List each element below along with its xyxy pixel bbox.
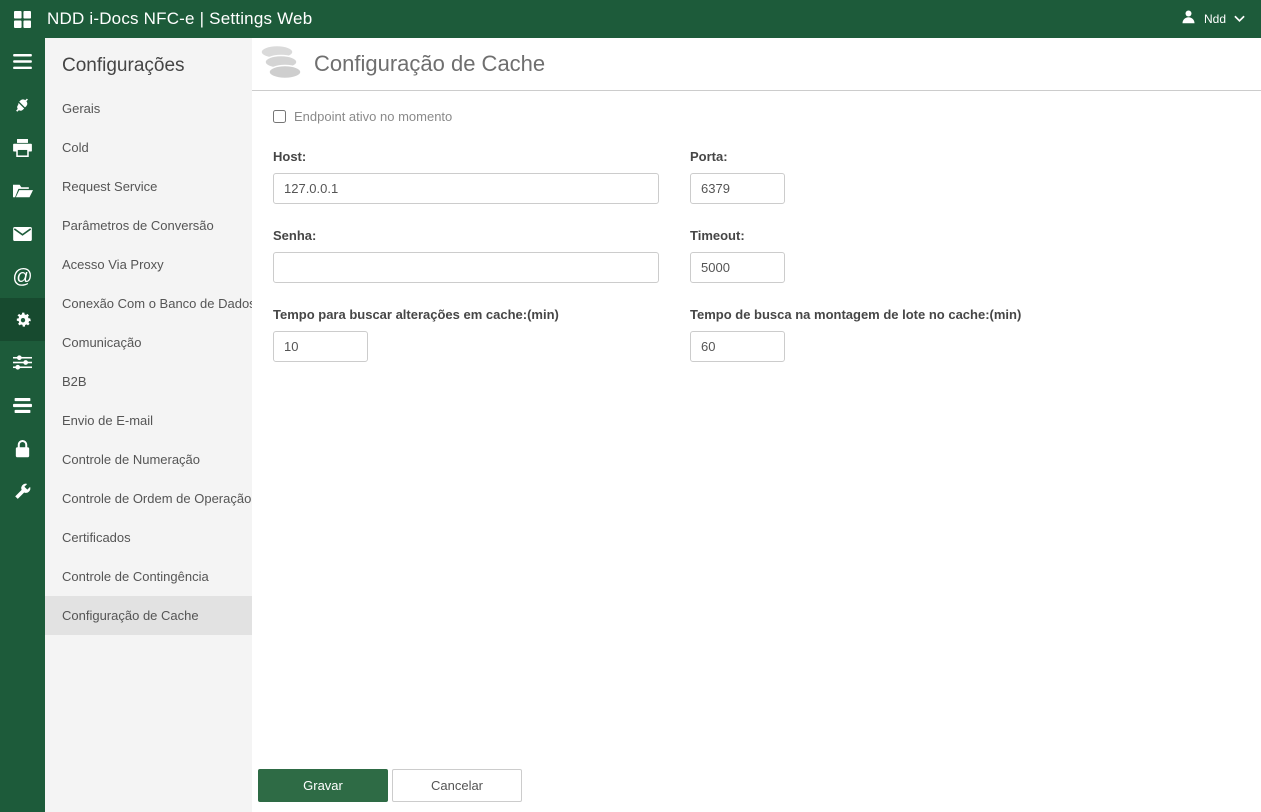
apps-grid-icon[interactable] xyxy=(14,10,31,28)
at-icon[interactable]: @ xyxy=(0,255,45,298)
tempo-buscar-label: Tempo para buscar alterações em cache:(m… xyxy=(273,307,559,322)
page-title: Configuração de Cache xyxy=(314,51,546,76)
sidebar-title: Configurações xyxy=(62,55,185,76)
sidebar-item-gerais[interactable]: Gerais xyxy=(45,89,252,128)
sidebar-item-acesso-proxy[interactable]: Acesso Via Proxy xyxy=(45,245,252,284)
sidebar-item-parametros-conversao[interactable]: Parâmetros de Conversão xyxy=(45,206,252,245)
timeout-field: Timeout: xyxy=(690,228,1261,283)
porta-label: Porta: xyxy=(690,149,728,164)
main-panel: Configuração de Cache Endpoint ativo no … xyxy=(252,38,1261,812)
form-actions: Gravar Cancelar xyxy=(252,769,1261,812)
topbar: NDD i-Docs NFC-e | Settings Web Ndd xyxy=(0,0,1261,38)
senha-field: Senha: xyxy=(273,228,659,283)
sidebar-item-certificados[interactable]: Certificados xyxy=(45,518,252,557)
sidebar-item-request-service[interactable]: Request Service xyxy=(45,167,252,206)
sidebar-item-envio-email[interactable]: Envio de E-mail xyxy=(45,401,252,440)
envelope-icon[interactable] xyxy=(0,212,45,255)
save-button[interactable]: Gravar xyxy=(258,769,388,802)
cache-form: Endpoint ativo no momento Host: Porta: S… xyxy=(252,91,1261,362)
sidebar-item-cold[interactable]: Cold xyxy=(45,128,252,167)
tempo-buscar-field: Tempo para buscar alterações em cache:(m… xyxy=(273,307,659,362)
host-field: Host: xyxy=(273,149,659,204)
sidebar-item-configuracao-cache[interactable]: Configuração de Cache xyxy=(45,596,252,635)
porta-field: Porta: xyxy=(690,149,1261,204)
app-title: NDD i-Docs NFC-e | Settings Web xyxy=(47,9,313,28)
timeout-input[interactable] xyxy=(690,252,785,283)
user-icon xyxy=(1181,9,1196,29)
cache-database-icon xyxy=(258,43,304,86)
timeout-label: Timeout: xyxy=(690,228,745,243)
porta-input[interactable] xyxy=(690,173,785,204)
folder-icon[interactable] xyxy=(0,169,45,212)
senha-input[interactable] xyxy=(273,252,659,283)
endpoint-active-row[interactable]: Endpoint ativo no momento xyxy=(273,109,1261,124)
printer-icon[interactable] xyxy=(0,126,45,169)
lock-icon[interactable] xyxy=(0,427,45,470)
layers-icon[interactable] xyxy=(0,384,45,427)
cancel-button[interactable]: Cancelar xyxy=(392,769,522,802)
user-name: Ndd xyxy=(1203,12,1226,26)
plug-icon[interactable] xyxy=(0,83,45,126)
senha-label: Senha: xyxy=(273,228,317,243)
host-input[interactable] xyxy=(273,173,659,204)
sidebar-item-controle-ordem-operacao[interactable]: Controle de Ordem de Operação xyxy=(45,479,252,518)
chevron-down-icon xyxy=(1234,10,1245,28)
sidebar-item-b2b[interactable]: B2B xyxy=(45,362,252,401)
tempo-lote-label: Tempo de busca na montagem de lote no ca… xyxy=(690,307,1022,322)
sidebar: Configurações Gerais Cold Request Servic… xyxy=(45,38,256,812)
endpoint-active-label: Endpoint ativo no momento xyxy=(294,109,453,124)
sidebar-item-controle-numeracao[interactable]: Controle de Numeração xyxy=(45,440,252,479)
menu-icon[interactable] xyxy=(0,40,45,83)
gear-icon[interactable] xyxy=(0,298,45,341)
endpoint-active-checkbox[interactable] xyxy=(273,110,286,123)
tempo-lote-input[interactable] xyxy=(690,331,785,362)
icon-rail: @ xyxy=(0,38,45,812)
host-label: Host: xyxy=(273,149,307,164)
wrench-icon[interactable] xyxy=(0,470,45,513)
sidebar-item-controle-contingencia[interactable]: Controle de Contingência xyxy=(45,557,252,596)
sidebar-item-conexao-banco[interactable]: Conexão Com o Banco de Dados xyxy=(45,284,256,323)
sidebar-item-comunicacao[interactable]: Comunicação xyxy=(45,323,252,362)
page-header: Configuração de Cache xyxy=(252,38,1261,91)
sliders-icon[interactable] xyxy=(0,341,45,384)
tempo-buscar-input[interactable] xyxy=(273,331,368,362)
user-menu[interactable]: Ndd xyxy=(1181,9,1245,29)
tempo-lote-field: Tempo de busca na montagem de lote no ca… xyxy=(690,307,1261,362)
